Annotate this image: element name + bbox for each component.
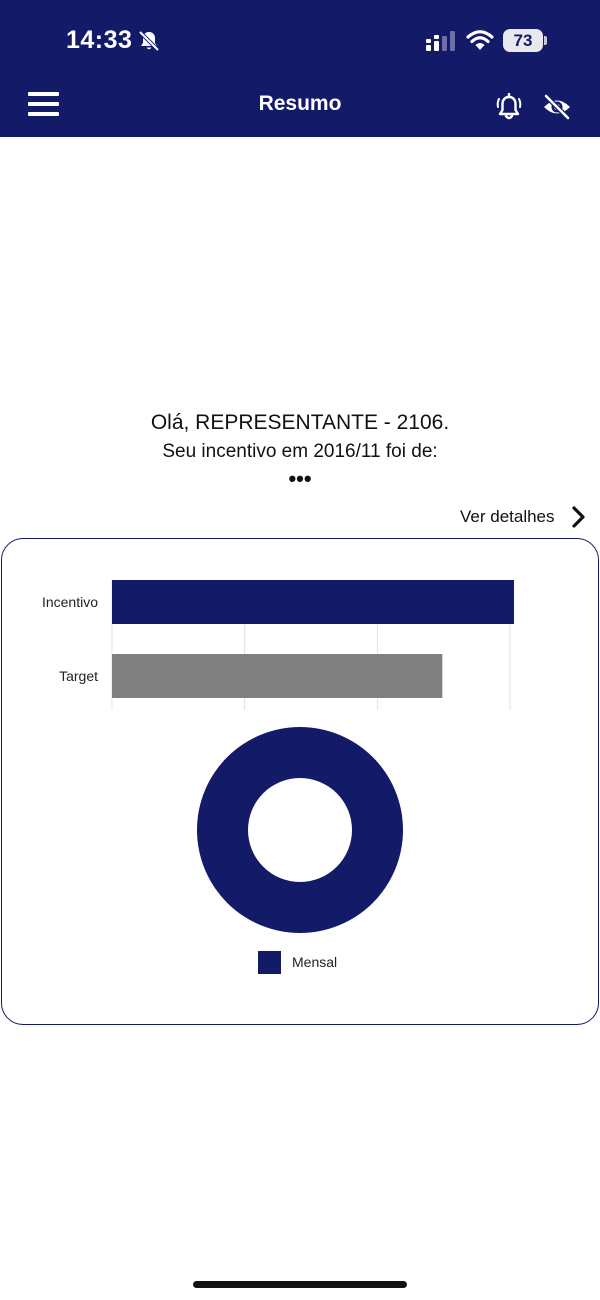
incentive-period-text: Seu incentivo em 2016/11 foi de: [162, 441, 438, 462]
chart-card [1, 538, 599, 1025]
battery-cap [544, 36, 547, 45]
details-link-label: Ver detalhes [460, 507, 555, 526]
wifi-icon [466, 30, 494, 50]
bell-icon[interactable] [495, 93, 523, 121]
app-header: 14:33 73 Resumo [0, 0, 600, 137]
legend-label-mensal: Mensal [292, 954, 338, 970]
chevron-right-icon [572, 506, 585, 528]
details-link[interactable]: Ver detalhes [458, 503, 592, 531]
status-bar: 14:33 73 [0, 0, 600, 80]
incentive-hidden-value: ••• [288, 466, 312, 491]
eye-slash-icon[interactable] [542, 93, 572, 121]
cellular-signal-icon [426, 31, 455, 51]
bell-slash-icon [138, 30, 160, 52]
home-indicator [193, 1281, 407, 1288]
legend-swatch-mensal [258, 951, 281, 974]
battery-level: 73 [513, 31, 533, 50]
greeting-text: Olá, REPRESENTANTE - 2106. [150, 411, 450, 434]
status-time: 14:33 [66, 26, 133, 54]
battery-icon: 73 [503, 29, 547, 52]
